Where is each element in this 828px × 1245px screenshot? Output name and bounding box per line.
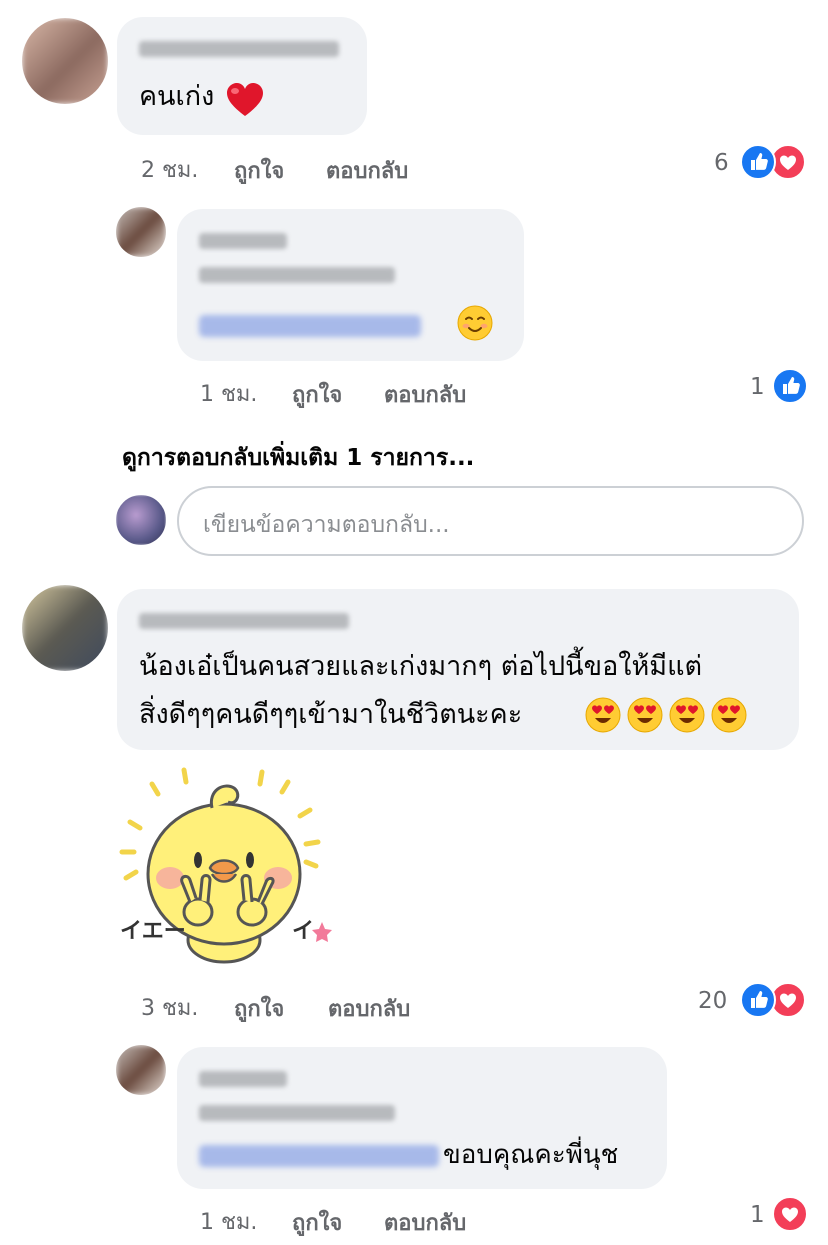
reply-text: ขอบคุณคะพี่นุช: [443, 1140, 619, 1170]
mention-tag-blurred[interactable]: [199, 315, 421, 337]
reaction-count[interactable]: 6: [714, 150, 729, 176]
sticker-text-right: イ: [292, 919, 314, 944]
comment-text: น้องเอ๋เป็นคนสวยและเก่งมากๆ ต่อไปนี้ขอให…: [139, 651, 703, 682]
star-icon: [312, 922, 332, 942]
like-link[interactable]: ถูกใจ: [234, 991, 284, 1026]
comment-text: คนเก่ง: [139, 81, 215, 112]
comment-time[interactable]: 3 ชม.: [141, 990, 198, 1025]
reply-bubble: ขอบคุณคะพี่นุช: [177, 1047, 667, 1189]
sticker-text-left: イエー: [120, 919, 186, 944]
view-more-replies-link[interactable]: ดูการตอบกลับเพิ่มเติม 1 รายการ...: [122, 440, 474, 476]
reply-link[interactable]: ตอบกลับ: [326, 153, 408, 188]
heart-eyes-emoji: [669, 697, 705, 733]
reaction-count[interactable]: 1: [750, 374, 765, 400]
heart-eyes-emoji: [711, 697, 747, 733]
reply-link[interactable]: ตอบกลับ: [328, 991, 410, 1026]
reply-link[interactable]: ตอบกลับ: [384, 377, 466, 412]
reply-bubble: [177, 209, 524, 361]
red-heart-emoji: [227, 83, 263, 116]
replier-subtitle-blurred: [199, 267, 395, 283]
replier-avatar[interactable]: [116, 207, 166, 257]
replier-subtitle-blurred: [199, 1105, 395, 1121]
reply-time[interactable]: 1 ชม.: [200, 1204, 257, 1239]
comment-text-line2: สิ่งดีๆๆคนดีๆๆเข้ามาในชีวิตนะคะ: [139, 699, 523, 730]
commenter-name-blurred[interactable]: [139, 613, 349, 629]
current-user-avatar: [116, 495, 166, 545]
heart-eyes-emoji: [627, 697, 663, 733]
reply-input-placeholder: เขียนข้อความตอบกลับ...: [203, 512, 450, 538]
comment-time[interactable]: 2 ชม.: [141, 152, 198, 187]
smiling-face-emoji: [457, 305, 493, 341]
replier-name-blurred[interactable]: [199, 233, 287, 249]
like-icon[interactable]: [740, 982, 776, 1018]
commenter-avatar[interactable]: [22, 18, 108, 104]
reaction-count[interactable]: 1: [750, 1202, 765, 1228]
commenter-avatar[interactable]: [22, 585, 108, 671]
like-link[interactable]: ถูกใจ: [292, 377, 342, 412]
comment-bubble: น้องเอ๋เป็นคนสวยและเก่งมากๆ ต่อไปนี้ขอให…: [117, 589, 799, 750]
reaction-count[interactable]: 20: [698, 988, 727, 1014]
love-icon[interactable]: [772, 1196, 808, 1232]
comment-bubble: คนเก่ง: [117, 17, 367, 135]
like-link[interactable]: ถูกใจ: [234, 153, 284, 188]
mention-tag-blurred[interactable]: [199, 1145, 439, 1167]
chick-sticker[interactable]: イエー イ: [112, 762, 338, 968]
like-icon[interactable]: [772, 368, 808, 404]
commenter-name-blurred[interactable]: [139, 41, 339, 57]
like-icon[interactable]: [740, 144, 776, 180]
replier-name-blurred[interactable]: [199, 1071, 287, 1087]
reply-link[interactable]: ตอบกลับ: [384, 1205, 466, 1240]
like-link[interactable]: ถูกใจ: [292, 1205, 342, 1240]
reply-input[interactable]: เขียนข้อความตอบกลับ...: [177, 486, 804, 556]
heart-eyes-emoji: [585, 697, 621, 733]
replier-avatar[interactable]: [116, 1045, 166, 1095]
reply-time[interactable]: 1 ชม.: [200, 376, 257, 411]
